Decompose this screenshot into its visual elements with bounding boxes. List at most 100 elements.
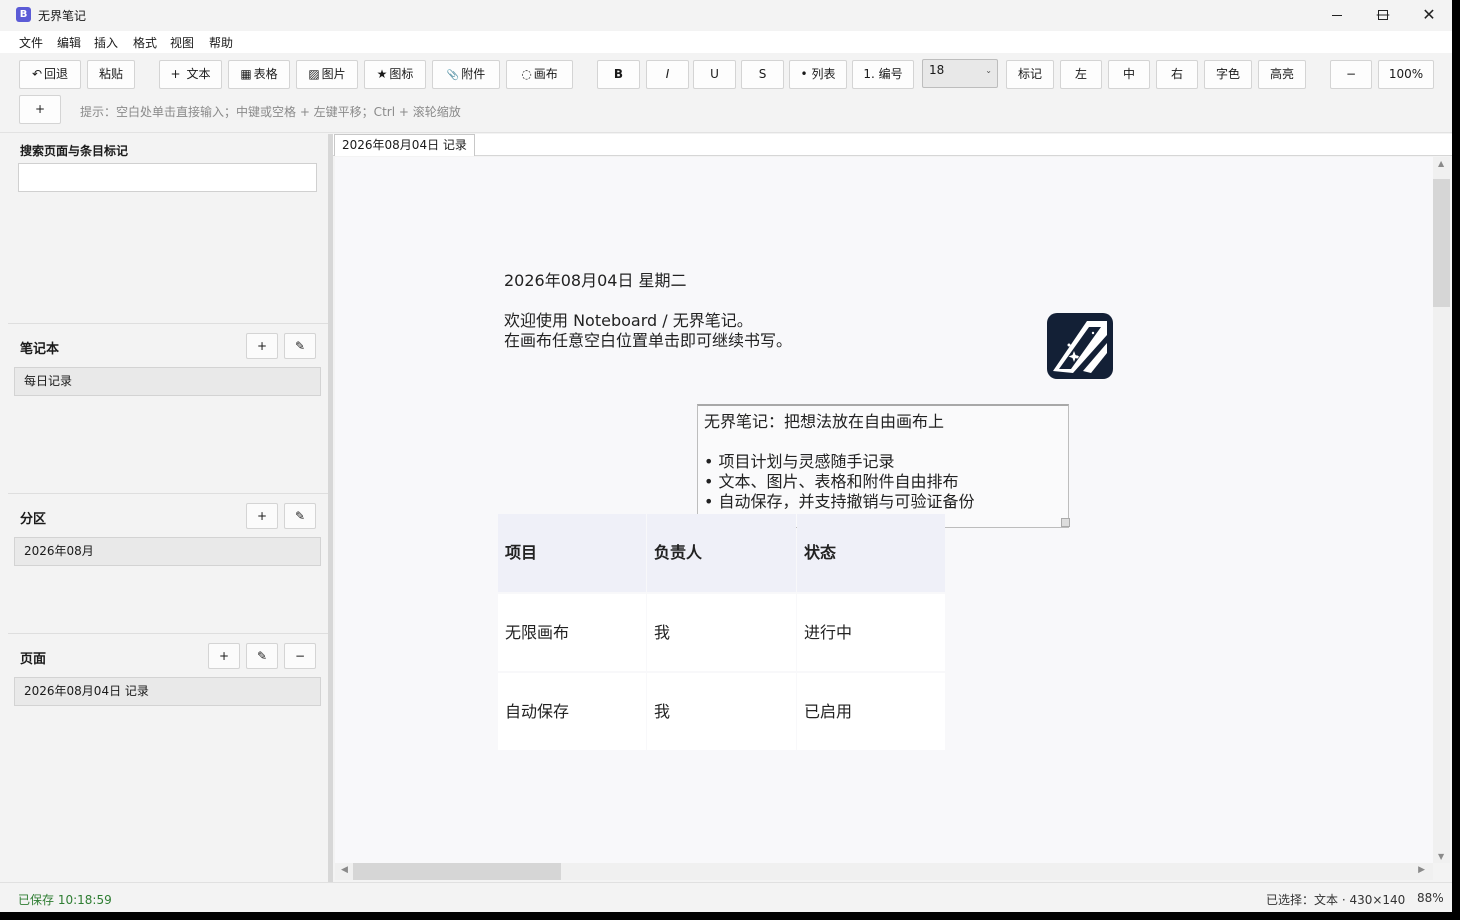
scroll-up-icon[interactable]: ▲ [1438, 159, 1444, 168]
scroll-right-icon[interactable]: ▶ [1418, 865, 1425, 875]
canvas[interactable]: 2026年08月04日 星期二 欢迎使用 Noteboard / 无界笔记。 在… [335, 157, 1433, 863]
table-header-cell[interactable]: 项目 [498, 514, 646, 592]
app-logo-icon[interactable] [1047, 313, 1113, 379]
insert-icon-button[interactable]: ★ 图标 [364, 60, 426, 89]
paste-button[interactable]: 粘贴 [87, 60, 135, 89]
palette-icon: ◌ [521, 67, 532, 81]
page-item[interactable]: 2026年08月04日 记录 [14, 677, 321, 706]
paperclip-icon: 📎 [446, 70, 460, 81]
table-cell[interactable]: 已启用 [797, 673, 945, 750]
insert-image-button[interactable]: ▨ 图片 [296, 60, 358, 89]
table-cell[interactable]: 自动保存 [498, 673, 646, 750]
horizontal-scrollbar[interactable]: ◀ ▶ [335, 863, 1433, 880]
tab-page[interactable]: 2026年08月04日 记录 [334, 134, 475, 156]
insert-attachment-button[interactable]: 📎 附件 [432, 60, 500, 89]
app-window: B 无界笔记 — ✕ 文件 编辑 插入 格式 视图 帮助 ↶ 回退 粘贴 + 文本… [0, 0, 1452, 912]
scroll-left-icon[interactable]: ◀ [341, 865, 348, 875]
table-cell[interactable]: 我 [647, 594, 796, 671]
canvas-button[interactable]: ◌ 画布 [506, 60, 573, 89]
mark-button[interactable]: 标记 [1006, 60, 1054, 89]
canvas-table[interactable]: 项目 负责人 状态 无限画布 我 进行中 自动保存 我 已启用 [498, 514, 945, 750]
chevron-down-icon: ⌄ [985, 66, 992, 75]
undo-icon: ↶ [31, 67, 43, 81]
scroll-down-icon[interactable]: ▼ [1438, 852, 1444, 861]
menu-bar: 文件 编辑 插入 格式 视图 帮助 [0, 31, 1452, 53]
italic-button[interactable]: I [646, 60, 689, 89]
insert-attachment-label: 附件 [461, 67, 486, 81]
underline-button[interactable]: U [693, 60, 736, 89]
bold-button[interactable]: B [597, 60, 640, 89]
minimize-icon [1332, 14, 1342, 16]
save-status: 已保存 10:18:59 [18, 893, 112, 907]
divider [8, 633, 328, 634]
font-size-select[interactable]: 18 ⌄ [922, 59, 998, 88]
add-notebook-button[interactable]: + [246, 333, 278, 359]
add-button[interactable]: + [19, 95, 61, 124]
menu-help[interactable]: 帮助 [209, 34, 233, 51]
numbered-list-button[interactable]: 1. 编号 [852, 60, 914, 89]
textbox-item[interactable]: • 项目计划与灵感随手记录 [704, 452, 895, 472]
pencil-icon: ✎ [256, 649, 268, 663]
insert-table-button[interactable]: ▦ 表格 [228, 60, 290, 89]
zoom-level-button[interactable]: 100% [1378, 60, 1434, 89]
canvas-label: 画布 [533, 67, 558, 81]
table-cell[interactable]: 无限画布 [498, 594, 646, 671]
pencil-icon: ✎ [294, 339, 306, 353]
highlight-button[interactable]: 高亮 [1258, 60, 1306, 89]
align-center-button[interactable]: 中 [1108, 60, 1150, 89]
minimize-btn[interactable] [1314, 0, 1360, 30]
align-left-button[interactable]: 左 [1060, 60, 1102, 89]
table-header-cell[interactable]: 负责人 [647, 514, 796, 592]
textbox-title[interactable]: 无界笔记：把想法放在自由画布上 [704, 412, 944, 432]
date-text[interactable]: 2026年08月04日 星期二 [504, 271, 687, 291]
insert-table-label: 表格 [253, 67, 278, 81]
edit-notebook-button[interactable]: ✎ [284, 333, 316, 359]
horizontal-scroll-thumb[interactable] [353, 863, 561, 880]
menu-insert[interactable]: 插入 [94, 34, 118, 51]
page-label: 页面 [20, 652, 47, 667]
bullet-list-button[interactable]: • 列表 [789, 60, 847, 89]
selected-text-box[interactable]: 无界笔记：把想法放在自由画布上 • 项目计划与灵感随手记录 • 文本、图片、表格… [697, 404, 1069, 528]
zoom-out-button[interactable]: − [1330, 60, 1372, 89]
table-cell[interactable]: 进行中 [797, 594, 945, 671]
textbox-item[interactable]: • 文本、图片、表格和附件自由排布 [704, 472, 959, 492]
strikethrough-button[interactable]: S [741, 60, 784, 89]
edit-page-button[interactable]: ✎ [246, 643, 278, 669]
tab-bar: 2026年08月04日 记录 [333, 134, 1452, 156]
sidebar-splitter[interactable] [328, 134, 333, 882]
textbox-item[interactable]: • 自动保存，并支持撤销与可验证备份 [704, 492, 975, 512]
insert-icon-label: 图标 [389, 67, 414, 81]
table-cell[interactable]: 我 [647, 673, 796, 750]
close-btn[interactable]: ✕ [1406, 0, 1452, 30]
menu-view[interactable]: 视图 [170, 34, 194, 51]
vertical-scroll-thumb[interactable] [1433, 179, 1450, 307]
align-right-button[interactable]: 右 [1156, 60, 1198, 89]
welcome-line-1[interactable]: 欢迎使用 Noteboard / 无界笔记。 [504, 311, 753, 331]
undo-label: 回退 [44, 67, 69, 81]
insert-text-button[interactable]: + 文本 [159, 60, 222, 89]
undo-button[interactable]: ↶ 回退 [19, 60, 81, 89]
notebook-label: 笔记本 [20, 342, 60, 357]
font-color-button[interactable]: 字色 [1204, 60, 1252, 89]
menu-edit[interactable]: 编辑 [57, 34, 81, 51]
add-section-button[interactable]: + [246, 503, 278, 529]
table-header-cell[interactable]: 状态 [797, 514, 945, 592]
menu-format[interactable]: 格式 [133, 34, 157, 51]
window-title: 无界笔记 [38, 9, 87, 23]
maximize-btn[interactable] [1360, 0, 1406, 30]
notebook-item[interactable]: 每日记录 [14, 367, 321, 396]
section-item[interactable]: 2026年08月 [14, 537, 321, 566]
font-size-value: 18 [929, 63, 945, 77]
add-page-button[interactable]: + [208, 643, 240, 669]
welcome-line-2[interactable]: 在画布任意空白位置单击即可继续书写。 [504, 331, 792, 351]
star-icon: ★ [376, 67, 388, 81]
status-bar: 已保存 10:18:59 已选择：文本 · 430×140 88% [0, 882, 1452, 912]
vertical-scrollbar[interactable]: ▲ ▼ [1433, 157, 1450, 863]
edit-section-button[interactable]: ✎ [284, 503, 316, 529]
insert-text-label: 文本 [186, 67, 211, 81]
menu-file[interactable]: 文件 [19, 34, 43, 51]
resize-handle[interactable] [1061, 518, 1070, 527]
search-input[interactable] [18, 163, 317, 192]
remove-page-button[interactable]: − [284, 643, 316, 669]
usage-hint: 提示：空白处单击直接输入；中键或空格 + 左键平移；Ctrl + 滚轮缩放 [80, 105, 461, 119]
